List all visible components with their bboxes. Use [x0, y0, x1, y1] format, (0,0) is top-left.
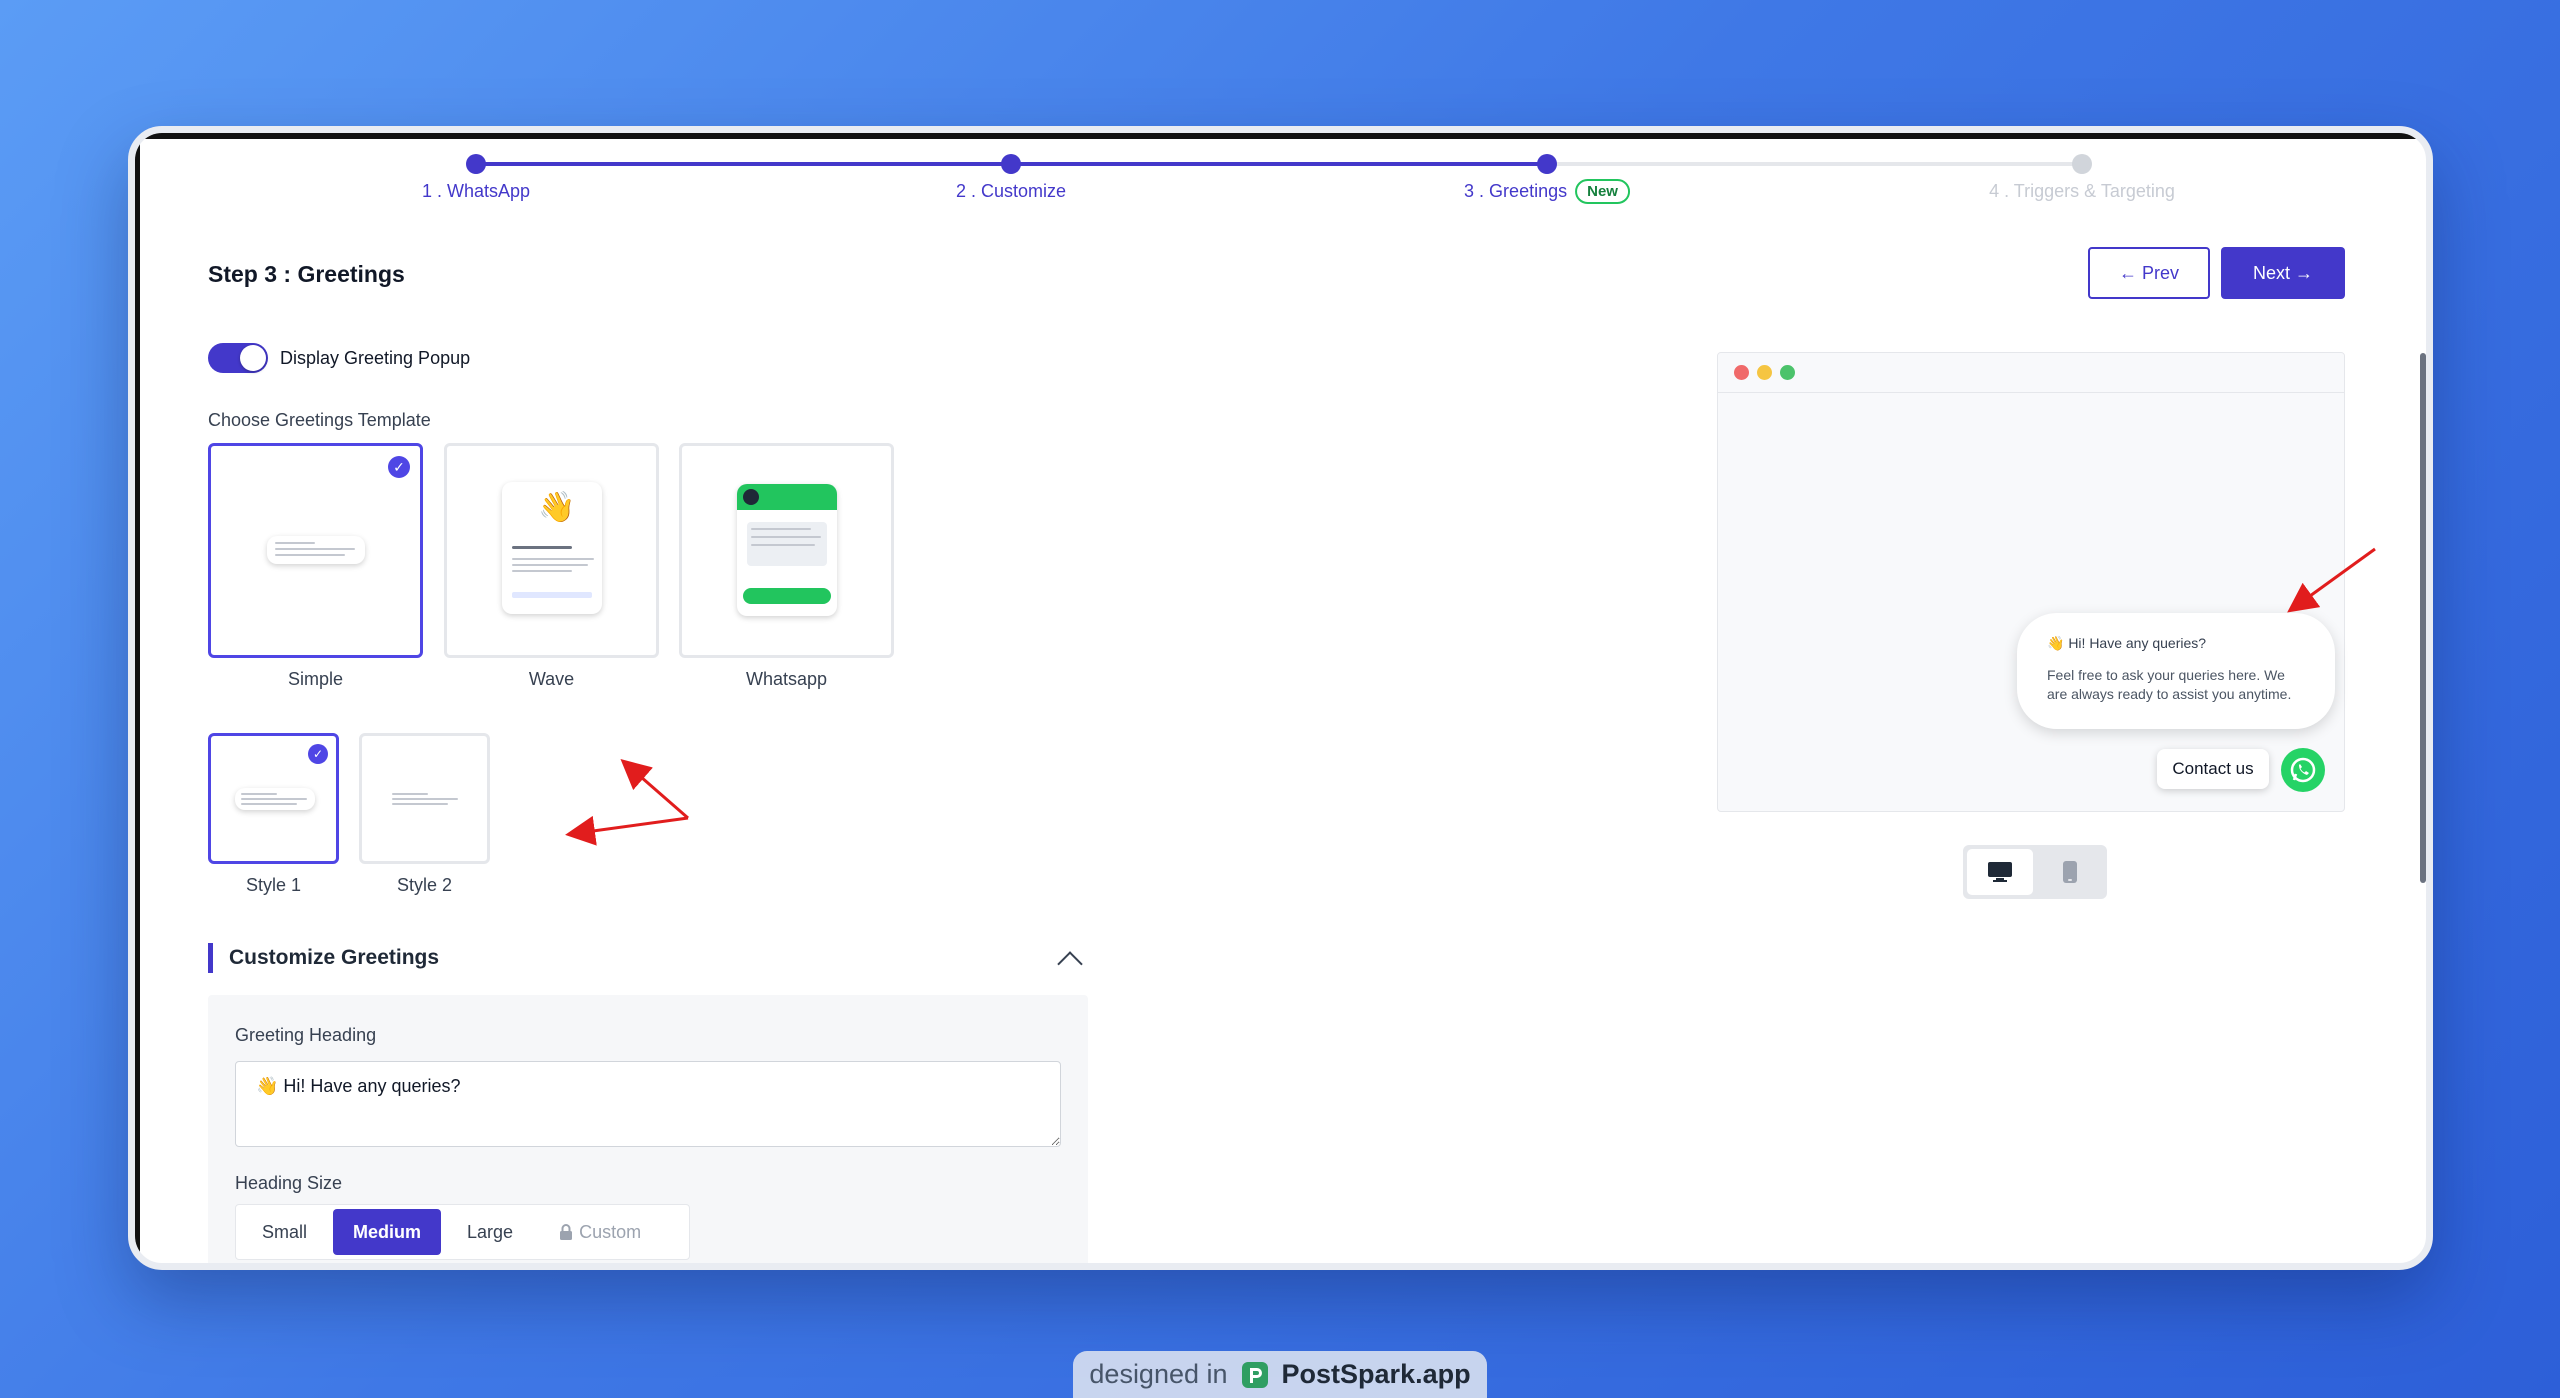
template-section-label: Choose Greetings Template	[208, 410, 431, 430]
template-simple-label: Simple	[287, 669, 344, 689]
greeting-popup-label: Display Greeting Popup	[280, 347, 471, 368]
step-customize[interactable]: 2 . Customize	[956, 181, 1066, 202]
greeting-popup-toggle-row: Display Greeting Popup	[208, 343, 470, 373]
device-toggle	[1963, 845, 2107, 899]
monitor-icon	[1988, 862, 2012, 882]
mobile-icon	[2063, 861, 2077, 883]
heading-size-label: Heading Size	[235, 1173, 343, 1193]
greeting-heading-input[interactable]: 👋 Hi! Have any queries?	[235, 1061, 1061, 1147]
mobile-view-button[interactable]	[2037, 849, 2103, 895]
stepper-track-remaining	[1547, 162, 2082, 166]
preview-window-bar	[1718, 353, 2344, 393]
template-wave-thumbnail: 👋	[502, 482, 602, 614]
size-medium-button[interactable]: Medium	[333, 1209, 442, 1255]
style-1-card[interactable]: ✓	[208, 733, 339, 864]
template-wave-label: Wave	[528, 669, 575, 689]
style-2-label: Style 2	[396, 875, 453, 895]
wave-hand-icon: 👋	[538, 491, 576, 524]
heading-size-selector: Small Medium Large Custom	[235, 1204, 690, 1260]
step-dot-1	[466, 154, 486, 174]
style-2-thumbnail	[386, 788, 466, 810]
template-simple-thumbnail	[267, 536, 365, 564]
arrow-up-left	[620, 759, 689, 820]
size-custom-button[interactable]: Custom	[539, 1209, 662, 1255]
template-whatsapp[interactable]	[679, 443, 894, 658]
step-dot-3	[1537, 154, 1557, 174]
prev-button[interactable]: ← Prev	[2088, 247, 2210, 299]
step-dot-4	[2072, 154, 2092, 174]
postspark-logo-icon	[1241, 1361, 1268, 1388]
step-whatsapp[interactable]: 1 . WhatsApp	[422, 181, 530, 202]
template-whatsapp-thumbnail	[737, 484, 837, 616]
minimize-dot-icon	[1757, 365, 1772, 380]
step-greetings[interactable]: 3 . Greetings New	[1464, 179, 1630, 204]
lock-icon	[560, 1224, 573, 1240]
progress-stepper: 1 . WhatsApp 2 . Customize 3 . Greetings…	[135, 133, 2426, 223]
customize-greetings-header[interactable]: Customize Greetings	[208, 943, 1088, 973]
next-button[interactable]: Next →	[2221, 247, 2345, 299]
check-icon: ✓	[388, 456, 410, 478]
greeting-popup-toggle[interactable]	[208, 343, 268, 373]
scrollbar[interactable]	[2420, 353, 2426, 883]
template-wave[interactable]: 👋	[444, 443, 659, 658]
preview-window	[1717, 352, 2345, 812]
greeting-popup-title: 👋 Hi! Have any queries?	[2047, 635, 2207, 651]
size-small-button[interactable]: Small	[242, 1209, 328, 1255]
greeting-popup-preview: 👋 Hi! Have any queries? Feel free to ask…	[2017, 613, 2335, 729]
style-1-label: Style 1	[245, 875, 302, 895]
whatsapp-icon[interactable]	[2281, 748, 2325, 792]
contact-us-button[interactable]: Contact us	[2157, 749, 2269, 789]
size-large-button[interactable]: Large	[447, 1209, 534, 1255]
step-triggers[interactable]: 4 . Triggers & Targeting	[1989, 181, 2175, 202]
template-simple[interactable]: ✓	[208, 443, 423, 658]
check-icon: ✓	[308, 744, 328, 764]
step-dot-2	[1001, 154, 1021, 174]
template-whatsapp-label: Whatsapp	[745, 669, 828, 689]
close-dot-icon	[1734, 365, 1749, 380]
greeting-popup-text: Feel free to ask your queries here. We a…	[2047, 667, 2292, 702]
avatar	[743, 489, 759, 505]
style-2-card[interactable]	[359, 733, 490, 864]
maximize-dot-icon	[1780, 365, 1795, 380]
greeting-heading-label: Greeting Heading	[235, 1025, 377, 1045]
page-title: Step 3 : Greetings	[208, 261, 405, 287]
app-window: 1 . WhatsApp 2 . Customize 3 . Greetings…	[128, 126, 2433, 1270]
new-badge: New	[1575, 179, 1630, 204]
desktop-view-button[interactable]	[1967, 849, 2033, 895]
style-1-thumbnail	[235, 788, 315, 810]
arrow-left	[565, 815, 689, 846]
toggle-knob	[240, 345, 266, 371]
watermark: designed in PostSpark.app	[1073, 1351, 1487, 1398]
